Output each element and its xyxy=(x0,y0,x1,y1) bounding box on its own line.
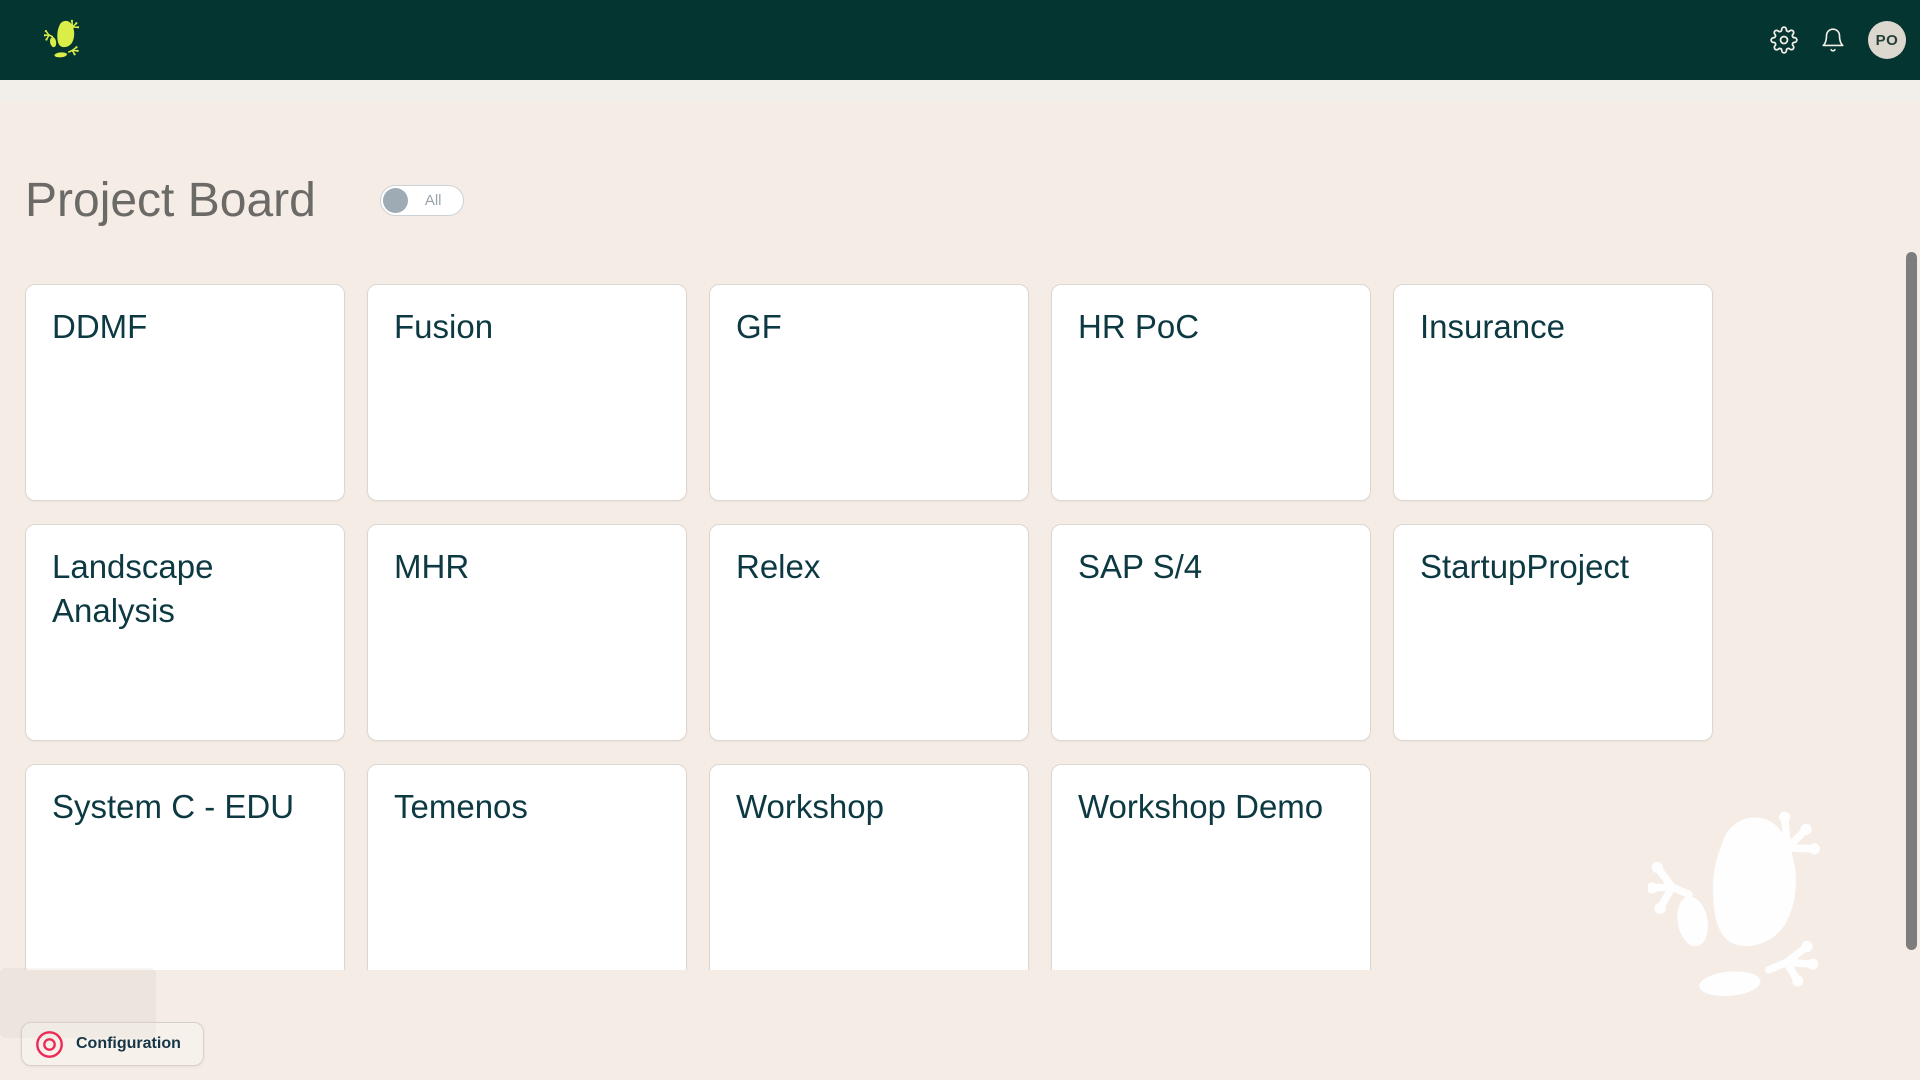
project-card-title: Fusion xyxy=(368,285,686,369)
user-avatar[interactable]: PO xyxy=(1868,21,1906,59)
project-card-ddmf[interactable]: DDMF xyxy=(25,284,345,501)
project-card-insurance[interactable]: Insurance xyxy=(1393,284,1713,501)
scrollbar-thumb[interactable] xyxy=(1906,252,1917,950)
project-card-title: Temenos xyxy=(368,765,686,849)
project-card-title: MHR xyxy=(368,525,686,609)
project-card-title: Landscape Analysis xyxy=(26,525,344,653)
notifications-bell-icon[interactable] xyxy=(1820,27,1846,53)
header-actions: PO xyxy=(1770,0,1906,80)
project-card-temenos[interactable]: Temenos xyxy=(367,764,687,970)
project-card-title: System C - EDU xyxy=(26,765,344,849)
project-card-system-c-edu[interactable]: System C - EDU xyxy=(25,764,345,970)
project-card-fusion[interactable]: Fusion xyxy=(367,284,687,501)
project-card-hr-poc[interactable]: HR PoC xyxy=(1051,284,1371,501)
app-root: PO Project Board All DDMF Fusion GF HR P… xyxy=(0,0,1920,1080)
project-card-workshop[interactable]: Workshop xyxy=(709,764,1029,970)
toggle-knob-icon[interactable] xyxy=(383,188,408,213)
configuration-button[interactable]: Configuration xyxy=(21,1022,204,1066)
project-card-title: SAP S/4 xyxy=(1052,525,1370,609)
project-card-mhr[interactable]: MHR xyxy=(367,524,687,741)
page-title: Project Board xyxy=(25,173,316,228)
project-card-gf[interactable]: GF xyxy=(709,284,1029,501)
project-card-title: DDMF xyxy=(26,285,344,369)
project-card-title: Workshop xyxy=(710,765,1028,849)
project-card-sap-s4[interactable]: SAP S/4 xyxy=(1051,524,1371,741)
target-circle-icon xyxy=(35,1030,64,1059)
project-card-title: HR PoC xyxy=(1052,285,1370,369)
project-card-title: Workshop Demo xyxy=(1052,765,1370,849)
project-card-relex[interactable]: Relex xyxy=(709,524,1029,741)
project-card-title: GF xyxy=(710,285,1028,369)
project-card-landscape-analysis[interactable]: Landscape Analysis xyxy=(25,524,345,741)
project-card-title: Relex xyxy=(710,525,1028,609)
project-card-title: StartupProject xyxy=(1394,525,1712,609)
project-card-title: Insurance xyxy=(1394,285,1712,369)
title-row: Project Board All xyxy=(25,170,464,230)
board-viewport: Project Board All DDMF Fusion GF HR PoC … xyxy=(0,80,1920,970)
project-card-startupproject[interactable]: StartupProject xyxy=(1393,524,1713,741)
toggle-label: All xyxy=(425,186,442,215)
project-grid: DDMF Fusion GF HR PoC Insurance Landscap… xyxy=(25,284,1713,970)
all-filter-toggle[interactable]: All xyxy=(380,185,464,216)
configuration-label: Configuration xyxy=(76,1035,181,1053)
app-header: PO xyxy=(0,0,1920,80)
frog-logo-icon[interactable] xyxy=(44,18,82,63)
project-card-workshop-demo[interactable]: Workshop Demo xyxy=(1051,764,1371,970)
settings-gear-icon[interactable] xyxy=(1770,26,1798,54)
